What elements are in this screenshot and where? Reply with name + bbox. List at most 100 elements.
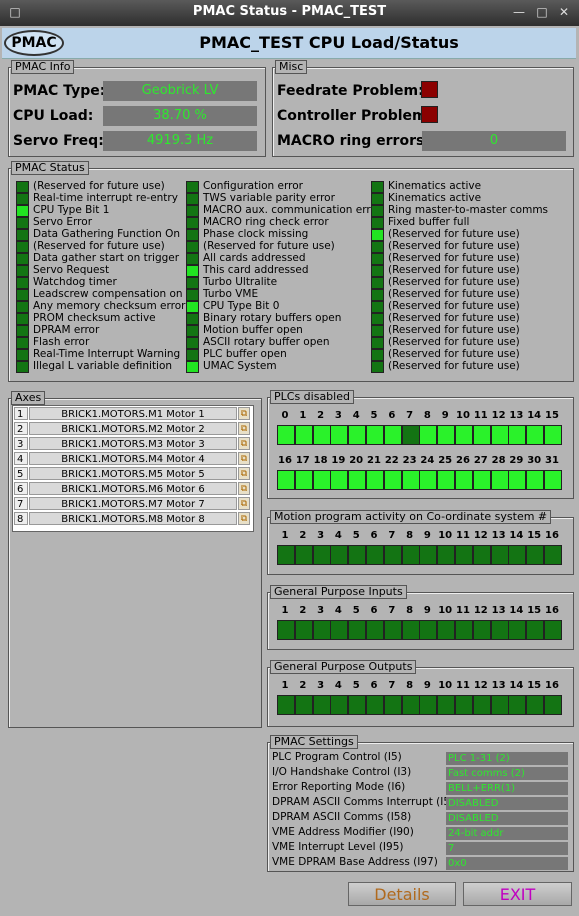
axis-name[interactable]: BRICK1.MOTORS.M8 Motor 8 xyxy=(29,512,237,525)
bit-indicator xyxy=(366,545,384,565)
bit-indicator xyxy=(508,620,527,640)
status-text: (Reserved for future use) xyxy=(388,336,520,348)
status-text: (Reserved for future use) xyxy=(388,360,520,372)
axis-name[interactable]: BRICK1.MOTORS.M1 Motor 1 xyxy=(29,407,237,420)
bit-indicator xyxy=(277,425,295,445)
bit-number: 16 xyxy=(278,455,292,466)
bit-number: 6 xyxy=(388,410,396,421)
status-text: Fixed buffer full xyxy=(388,216,470,228)
status-text: PLC buffer open xyxy=(203,348,287,360)
status-text: Kinematics active xyxy=(388,192,482,204)
bit-number: 14 xyxy=(527,410,542,421)
bit-indicator xyxy=(455,470,473,490)
status-led xyxy=(186,229,199,241)
axis-open-icon[interactable]: ⧉ xyxy=(238,422,250,435)
header-banner: PMAC PMAC_TEST CPU Load/Status xyxy=(2,28,576,59)
bit-indicator xyxy=(348,545,367,565)
status-led xyxy=(16,253,29,265)
bit-number: 31 xyxy=(545,455,559,466)
status-text: TWS variable parity error xyxy=(203,192,335,204)
status-text: ASCII rotary buffer open xyxy=(203,336,330,348)
bit-number: 24 xyxy=(420,455,435,466)
axis-open-icon[interactable]: ⧉ xyxy=(238,452,250,465)
bit-indicator xyxy=(544,470,562,490)
status-led xyxy=(371,265,384,277)
plcs-disabled-label: PLCs disabled xyxy=(270,390,354,404)
axis-name[interactable]: BRICK1.MOTORS.M2 Motor 2 xyxy=(29,422,237,435)
setting-value: DISABLED xyxy=(446,797,568,810)
axis-row[interactable]: 6 BRICK1.MOTORS.M6 Motor 6 ⧉ xyxy=(14,482,252,496)
bit-number: 9 xyxy=(423,680,431,691)
bit-number: 8 xyxy=(423,410,431,421)
axis-open-icon[interactable]: ⧉ xyxy=(238,497,250,510)
bit-number: 22 xyxy=(384,455,399,466)
bit-indicator xyxy=(294,425,313,445)
bit-indicator xyxy=(366,620,384,640)
axis-name[interactable]: BRICK1.MOTORS.M3 Motor 3 xyxy=(29,437,237,450)
status-text: (Reserved for future use) xyxy=(388,288,520,300)
axis-open-icon[interactable]: ⧉ xyxy=(238,512,250,525)
exit-button[interactable]: EXIT xyxy=(463,882,572,906)
gpo-label: General Purpose Outputs xyxy=(270,660,417,674)
bit-number: 29 xyxy=(509,455,524,466)
bit-indicator xyxy=(419,470,438,490)
status-led xyxy=(371,313,384,325)
axis-row[interactable]: 2 BRICK1.MOTORS.M2 Motor 2 ⧉ xyxy=(14,422,252,436)
minimize-icon[interactable]: — xyxy=(510,3,528,21)
axis-open-icon[interactable]: ⧉ xyxy=(238,467,250,480)
bit-indicator xyxy=(526,620,545,640)
status-led xyxy=(371,217,384,229)
setting-label: DPRAM ASCII Comms Interrupt (I56) xyxy=(272,796,461,808)
bit-number: 0 xyxy=(281,410,289,421)
bit-indicator xyxy=(401,620,420,640)
status-led xyxy=(16,349,29,361)
status-text: Watchdog timer xyxy=(33,276,117,288)
bit-indicator xyxy=(437,425,456,445)
axis-row[interactable]: 3 BRICK1.MOTORS.M3 Motor 3 ⧉ xyxy=(14,437,252,451)
axis-number: 5 xyxy=(14,467,28,480)
status-text: Data Gathering Function On xyxy=(33,228,181,240)
axis-row[interactable]: 5 BRICK1.MOTORS.M5 Motor 5 ⧉ xyxy=(14,467,252,481)
bit-number: 11 xyxy=(456,605,470,616)
axis-open-icon[interactable]: ⧉ xyxy=(238,437,250,450)
bit-number: 10 xyxy=(438,530,453,541)
axis-name[interactable]: BRICK1.MOTORS.M7 Motor 7 xyxy=(29,497,237,510)
axis-row[interactable]: 8 BRICK1.MOTORS.M8 Motor 8 ⧉ xyxy=(14,512,252,526)
status-led xyxy=(371,349,384,361)
bit-indicator xyxy=(437,620,456,640)
status-led xyxy=(16,241,29,253)
bit-indicator xyxy=(348,425,367,445)
axis-number: 7 xyxy=(14,497,28,510)
details-button[interactable]: Details xyxy=(348,882,456,906)
close-icon[interactable]: ✕ xyxy=(555,3,573,21)
setting-value: PLC 1-31 (2) xyxy=(446,752,568,765)
setting-value: 24-bit addr xyxy=(446,827,568,840)
bit-number: 3 xyxy=(317,680,325,691)
status-text: Kinematics active xyxy=(388,180,482,192)
status-text: Binary rotary buffers open xyxy=(203,312,342,324)
axis-open-icon[interactable]: ⧉ xyxy=(238,482,250,495)
axis-row[interactable]: 4 BRICK1.MOTORS.M4 Motor 4 ⧉ xyxy=(14,452,252,466)
axis-name[interactable]: BRICK1.MOTORS.M5 Motor 5 xyxy=(29,467,237,480)
bit-number: 12 xyxy=(473,680,488,691)
status-text: Real-Time Interrupt Warning xyxy=(33,348,181,360)
setting-label: VME Interrupt Level (I95) xyxy=(272,841,404,853)
status-led xyxy=(16,193,29,205)
bit-indicator xyxy=(330,620,349,640)
bit-number: 5 xyxy=(352,680,360,691)
status-text: Servo Request xyxy=(33,264,110,276)
maximize-icon[interactable]: □ xyxy=(533,3,551,21)
status-text: (Reserved for future use) xyxy=(203,240,335,252)
axis-row[interactable]: 7 BRICK1.MOTORS.M7 Motor 7 ⧉ xyxy=(14,497,252,511)
bit-number: 5 xyxy=(370,410,378,421)
bit-indicator xyxy=(437,545,456,565)
bit-indicator xyxy=(366,425,384,445)
axis-open-icon[interactable]: ⧉ xyxy=(238,407,250,420)
bit-number: 23 xyxy=(402,455,417,466)
bit-number: 25 xyxy=(438,455,453,466)
axis-name[interactable]: BRICK1.MOTORS.M4 Motor 4 xyxy=(29,452,237,465)
axis-row[interactable]: 1 BRICK1.MOTORS.M1 Motor 1 ⧉ xyxy=(14,407,252,421)
macro-ring-errors-value: 0 xyxy=(422,131,566,151)
axis-name[interactable]: BRICK1.MOTORS.M6 Motor 6 xyxy=(29,482,237,495)
bit-number: 3 xyxy=(317,530,325,541)
